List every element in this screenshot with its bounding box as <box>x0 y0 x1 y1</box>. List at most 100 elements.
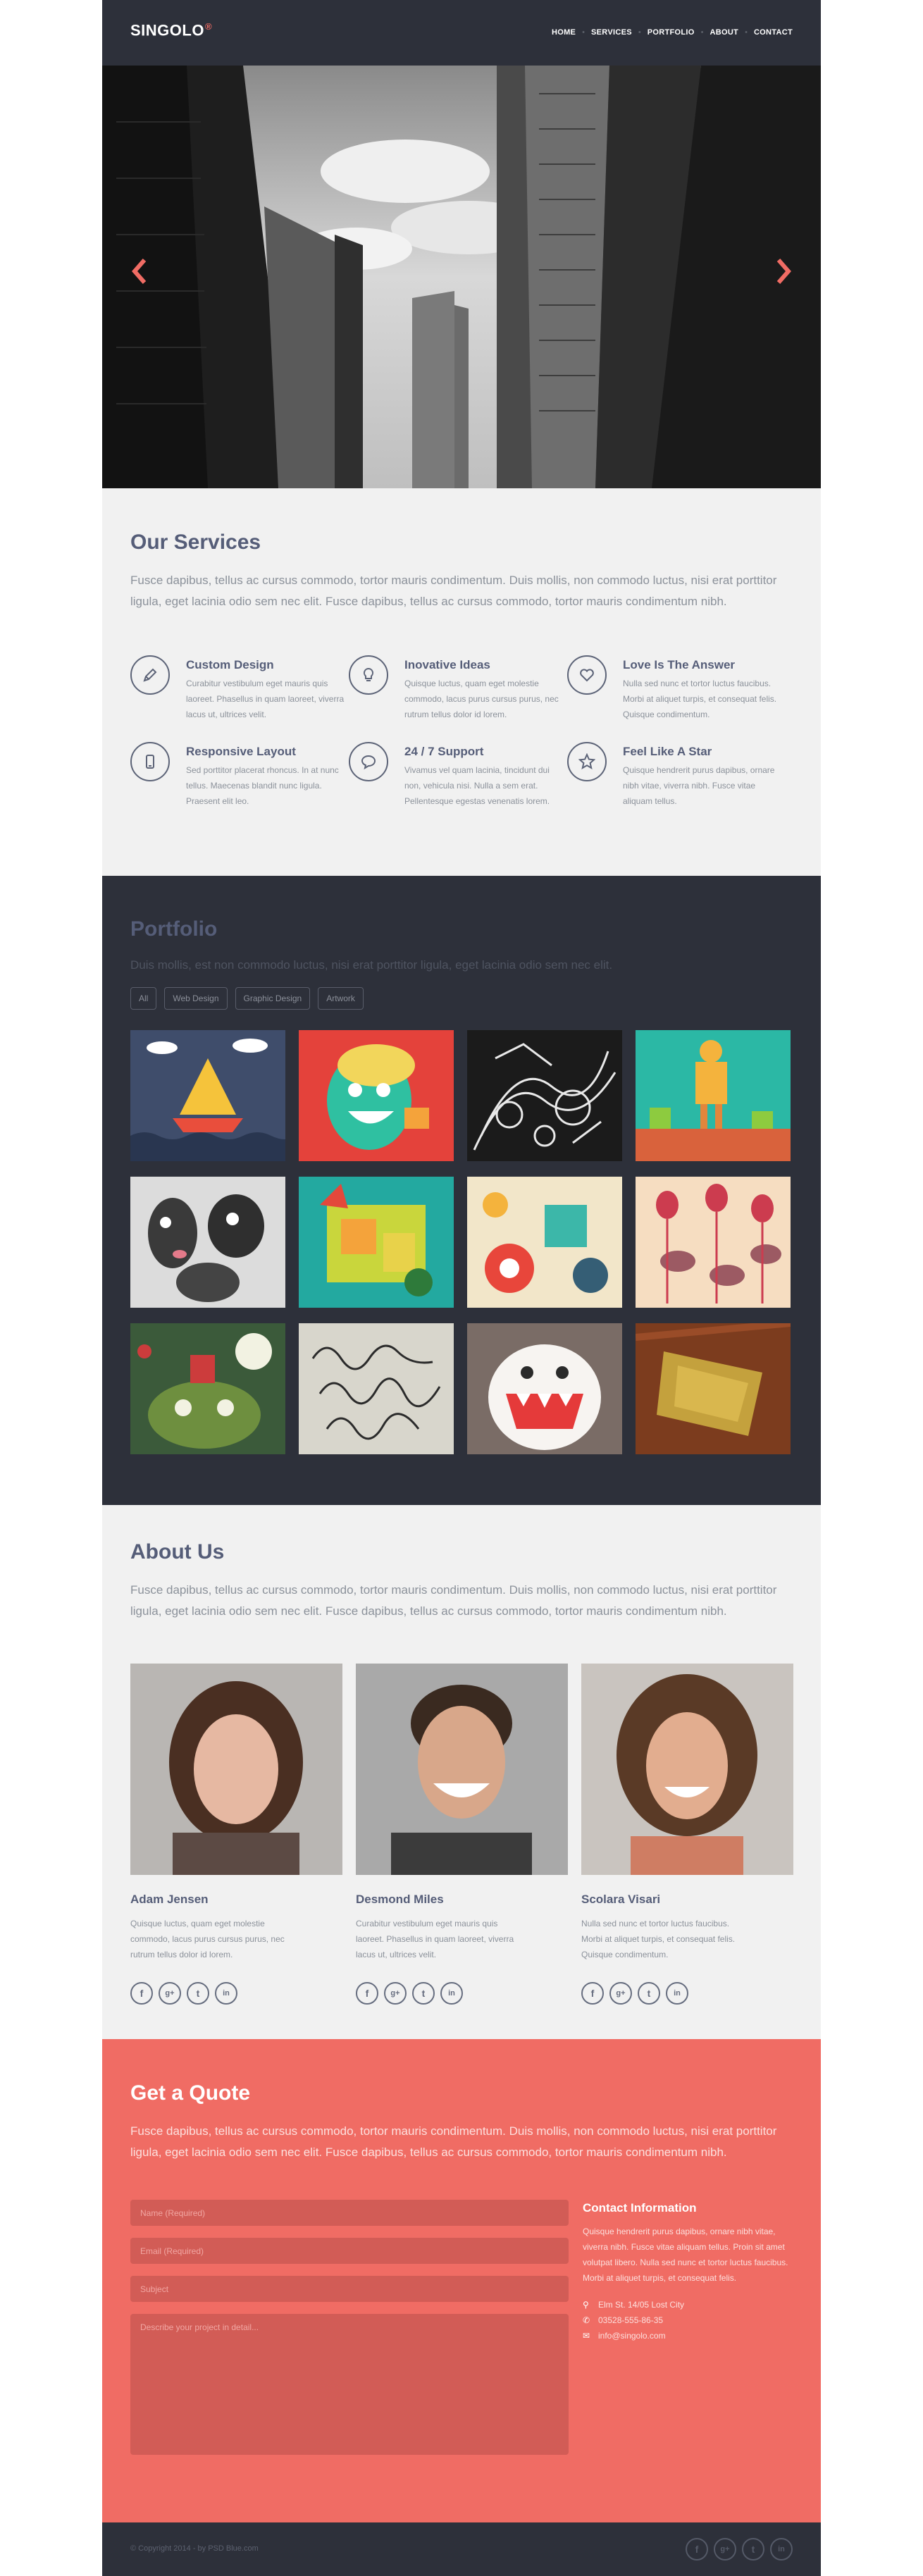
portfolio-item-white-monster[interactable] <box>467 1323 622 1454</box>
member-text: Quisque luctus, quam eget molestie commo… <box>130 1919 285 1959</box>
portfolio-item-sdk[interactable] <box>299 1177 454 1308</box>
service-title: Feel Like A Star <box>623 745 712 758</box>
service-text: Nulla sed nunc et tortor luctus faucibus… <box>623 679 777 719</box>
member-name: Scolara Visari <box>581 1893 661 1906</box>
subject-field[interactable] <box>130 2276 569 2302</box>
portfolio-image <box>636 1030 791 1161</box>
services-description: Fusce dapibus, tellus ac cursus commodo,… <box>130 574 777 608</box>
portfolio-item-creatures[interactable] <box>130 1177 285 1308</box>
linkedin-icon[interactable]: in <box>666 1982 688 2005</box>
facebook-icon[interactable]: f <box>356 1982 378 2005</box>
linkedin-icon[interactable]: in <box>440 1982 463 2005</box>
nav-portfolio[interactable]: PORTFOLIO <box>648 28 695 37</box>
facebook-icon[interactable]: f <box>130 1982 153 2005</box>
portfolio-item-green-monster[interactable] <box>130 1323 285 1454</box>
chat-icon <box>349 742 388 781</box>
slider-prev-arrow[interactable] <box>129 256 150 287</box>
facebook-icon[interactable]: f <box>686 2538 708 2560</box>
about-description: Fusce dapibus, tellus ac cursus commodo,… <box>130 1583 777 1618</box>
subject-input[interactable] <box>130 2276 569 2302</box>
hero-slider <box>102 66 821 488</box>
filter-web-design[interactable]: Web Design <box>164 987 228 1010</box>
quote-title: Get a Quote <box>130 2081 251 2105</box>
portfolio-item-black-white[interactable] <box>467 1030 622 1161</box>
contact-info-text: Quisque hendrerit purus dapibus, ornare … <box>583 2227 788 2283</box>
name-input[interactable] <box>130 2200 569 2226</box>
portfolio-section: Portfolio Duis mollis, est non commodo l… <box>102 876 821 1505</box>
filter-all[interactable]: All <box>130 987 157 1010</box>
portfolio-item-robot[interactable] <box>636 1030 791 1161</box>
portfolio-item-leather[interactable] <box>636 1323 791 1454</box>
portfolio-image <box>299 1323 454 1454</box>
logo[interactable]: SINGOLO® <box>130 21 212 39</box>
portfolio-image <box>467 1030 622 1161</box>
portfolio-item-monster-red[interactable] <box>299 1030 454 1161</box>
nav-separator: • <box>700 28 704 37</box>
service-title: Inovative Ideas <box>404 658 490 671</box>
footer-socials: f g+ t in <box>680 2538 793 2560</box>
message-textarea[interactable] <box>130 2314 569 2455</box>
portfolio-image <box>130 1177 285 1308</box>
google-plus-icon[interactable]: g+ <box>159 1982 181 2005</box>
linkedin-icon[interactable]: in <box>215 1982 237 2005</box>
envelope-icon: ✉ <box>583 2331 590 2341</box>
service-item: Love Is The Answer Nulla sed nunc et tor… <box>567 655 779 726</box>
services-section: Our Services Fusce dapibus, tellus ac cu… <box>102 488 821 876</box>
linkedin-icon[interactable]: in <box>770 2538 793 2560</box>
message-field[interactable] <box>130 2314 569 2455</box>
about-section: About Us Fusce dapibus, tellus ac cursus… <box>102 1505 821 2039</box>
email-field[interactable] <box>130 2238 569 2264</box>
member-photo <box>581 1664 793 1875</box>
service-text: Curabitur vestibulum eget mauris quis la… <box>186 679 345 719</box>
site-header: SINGOLO® HOME • SERVICES • PORTFOLIO • A… <box>102 0 821 66</box>
google-plus-icon[interactable]: g+ <box>714 2538 736 2560</box>
portfolio-item-lettering[interactable] <box>299 1323 454 1454</box>
nav-separator: • <box>582 28 586 37</box>
portfolio-title: Portfolio <box>130 917 218 941</box>
member-text: Curabitur vestibulum eget mauris quis la… <box>356 1919 514 1959</box>
slider-next-arrow[interactable] <box>773 256 794 287</box>
portfolio-filters: All Web Design Graphic Design Artwork <box>130 987 371 1010</box>
hero-image-city <box>102 66 821 488</box>
member-photo <box>356 1664 568 1875</box>
filter-graphic-design[interactable]: Graphic Design <box>235 987 311 1010</box>
star-icon <box>567 742 607 781</box>
service-item: 24 / 7 Support Vivamus vel quam lacinia,… <box>349 742 560 812</box>
member-socials: f g+ t in <box>581 1982 694 2005</box>
portfolio-item-sailboat[interactable] <box>130 1030 285 1161</box>
nav-services[interactable]: SERVICES <box>591 28 632 37</box>
member-name: Adam Jensen <box>130 1893 209 1906</box>
phone-text: 03528-555-86-35 <box>598 2315 664 2325</box>
phone-row: ✆ 03528-555-86-35 <box>583 2315 663 2325</box>
twitter-icon[interactable]: t <box>742 2538 764 2560</box>
service-text: Vivamus vel quam lacinia, tincidunt dui … <box>404 765 550 806</box>
portfolio-image <box>636 1177 791 1308</box>
filter-artwork[interactable]: Artwork <box>318 987 364 1010</box>
service-text: Sed porttitor placerat rhoncus. In at nu… <box>186 765 339 806</box>
nav-about[interactable]: ABOUT <box>710 28 738 37</box>
google-plus-icon[interactable]: g+ <box>384 1982 407 2005</box>
google-plus-icon[interactable]: g+ <box>609 1982 632 2005</box>
nav-contact[interactable]: CONTACT <box>754 28 793 37</box>
portfolio-image <box>467 1323 622 1454</box>
twitter-icon[interactable]: t <box>638 1982 660 2005</box>
about-title: About Us <box>130 1540 225 1563</box>
service-text: Quisque luctus, quam eget molestie commo… <box>404 679 559 719</box>
email-text[interactable]: info@singolo.com <box>598 2331 666 2341</box>
service-title: Custom Design <box>186 658 274 671</box>
portfolio-image <box>130 1323 285 1454</box>
facebook-icon[interactable]: f <box>581 1982 604 2005</box>
twitter-icon[interactable]: t <box>412 1982 435 2005</box>
name-field[interactable] <box>130 2200 569 2226</box>
portfolio-item-birds[interactable] <box>636 1177 791 1308</box>
portfolio-item-robots-colorful[interactable] <box>467 1177 622 1308</box>
logo-mark: ® <box>204 21 213 32</box>
twitter-icon[interactable]: t <box>187 1982 209 2005</box>
nav-home[interactable]: HOME <box>552 28 576 37</box>
address-row: ⚲ Elm St. 14/05 Lost City <box>583 2300 684 2310</box>
member-name: Desmond Miles <box>356 1893 444 1906</box>
email-row: ✉ info@singolo.com <box>583 2331 666 2341</box>
email-input[interactable] <box>130 2238 569 2264</box>
portfolio-image <box>636 1323 791 1454</box>
member-socials: f g+ t in <box>130 1982 243 2005</box>
